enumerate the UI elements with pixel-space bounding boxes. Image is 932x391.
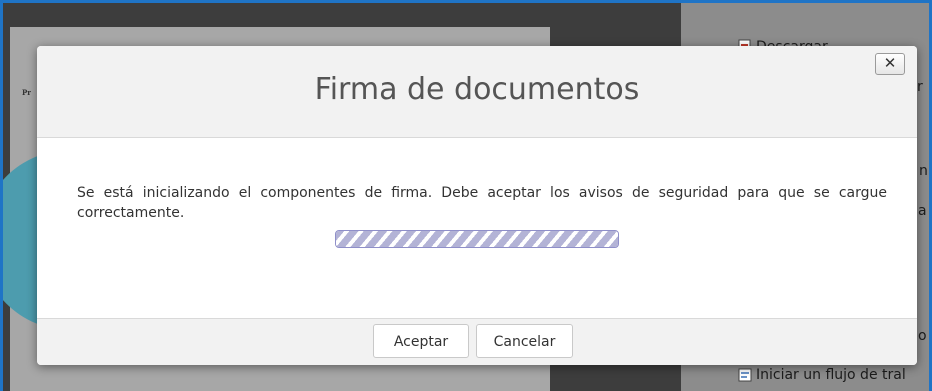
close-button[interactable]: ✕	[875, 53, 905, 75]
accept-button[interactable]: Aceptar	[373, 324, 469, 358]
progress-bar-fill	[336, 231, 618, 247]
side-item-label: a	[918, 203, 927, 219]
side-item-start-workflow[interactable]: Iniciar un flujo de tral	[738, 367, 906, 383]
dialog-message: Se está inicializando el componentes de …	[77, 185, 887, 221]
close-icon: ✕	[883, 54, 897, 72]
signature-dialog: Firma de documentos ✕ Se está inicializa…	[37, 46, 917, 365]
side-item-label: Iniciar un flujo de tral	[756, 367, 906, 383]
side-item-partial: r	[917, 79, 923, 95]
document-preview-text: Pr	[22, 88, 31, 97]
window-frame-top	[0, 0, 932, 3]
dialog-footer: Aceptar Cancelar	[37, 318, 917, 365]
side-item-label: r	[917, 79, 923, 95]
dialog-header: Firma de documentos ✕	[37, 46, 917, 138]
window-frame-left	[0, 0, 3, 391]
dialog-title: Firma de documentos	[314, 72, 640, 107]
side-item-partial: o	[918, 328, 927, 344]
side-item-partial: a	[918, 203, 927, 219]
side-item-partial: n	[919, 163, 928, 179]
side-item-label: n	[919, 163, 928, 179]
workflow-icon	[738, 367, 752, 383]
side-item-label: o	[918, 328, 927, 344]
cancel-button[interactable]: Cancelar	[476, 324, 573, 358]
dialog-body: Se está inicializando el componentes de …	[37, 138, 917, 318]
progress-bar	[335, 230, 619, 248]
